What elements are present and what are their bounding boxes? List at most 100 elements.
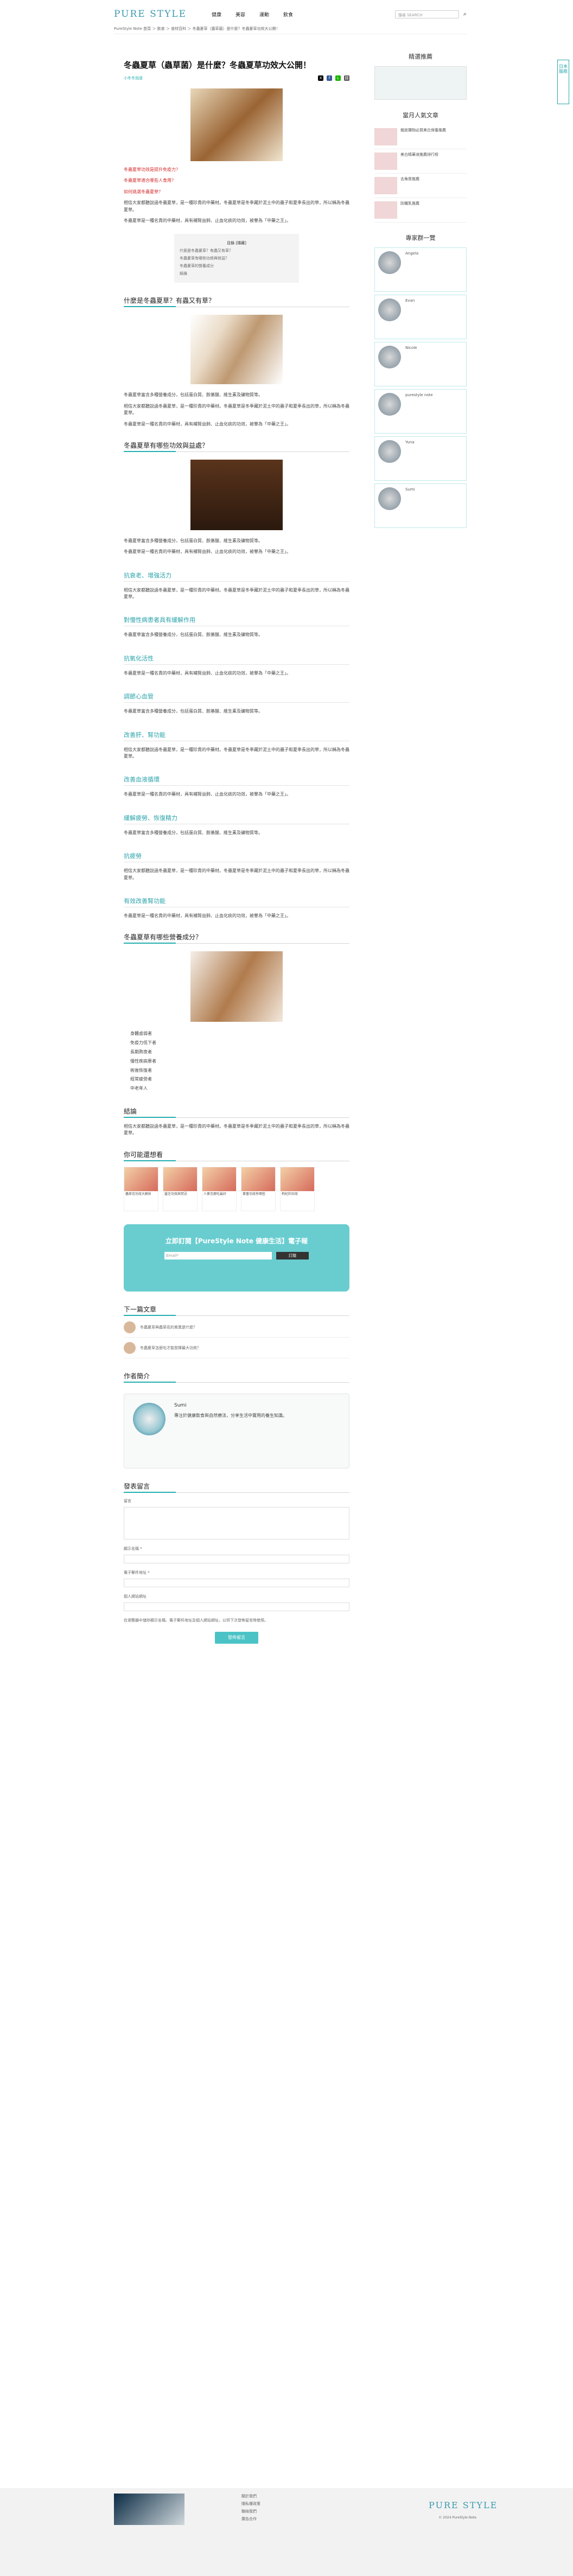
related-card[interactable]: 蟲草花功效大解析 <box>124 1166 158 1211</box>
comment-heading: 發表留言 <box>124 1481 349 1493</box>
expert-name: Sumi <box>405 487 415 492</box>
list-item: 中老年人 <box>130 1086 148 1091</box>
paragraph: 冬蟲夏草富含多種營養成分，包括蛋白質、胺基酸、維生素及礦物質等。 <box>124 392 263 398</box>
related-card[interactable]: 枸杞的功效 <box>280 1166 315 1211</box>
expert-avatar <box>378 393 401 416</box>
toc-item[interactable]: 冬蟲夏草有哪些功效與效益？ <box>180 255 294 262</box>
nav-health[interactable]: 健康 <box>212 11 221 18</box>
subscribe-button[interactable]: 訂閱 <box>276 1251 309 1260</box>
list-item: 術後恢復者 <box>130 1067 152 1073</box>
footer-link[interactable]: 廣告合作 <box>241 2515 260 2523</box>
paragraph: 冬蟲夏草是一種名貴的中藥材，具有補腎益肺、止血化痰的功效，被譽為「中藥之王」。 <box>124 670 291 676</box>
toc-item[interactable]: 結論 <box>180 270 294 277</box>
search-input[interactable]: 搜尋 SEARCH <box>394 10 459 18</box>
email-input[interactable] <box>124 1578 349 1587</box>
save-info-checkbox[interactable]: 在瀏覽器中儲存顯示名稱、電子郵件地址及個人網站網址，以供下次發佈留言時使用。 <box>124 1618 349 1623</box>
paragraph: 冬蟲夏草是一種名貴的中藥材，具有補腎益肺、止血化痰的功效，被譽為「中藥之王」。 <box>124 218 291 223</box>
name-input[interactable] <box>124 1554 349 1563</box>
floating-side-button[interactable]: 日本服務 <box>557 60 569 104</box>
email-label: 電子郵件地址 * <box>124 1570 150 1575</box>
footer-link[interactable]: 隱私權政策 <box>241 2500 260 2508</box>
line-share-icon[interactable]: L <box>335 75 341 81</box>
hot-image <box>374 177 397 194</box>
sidebar-ad[interactable] <box>374 66 467 100</box>
facebook-share-icon[interactable]: f <box>327 75 332 81</box>
footer-banner[interactable] <box>114 2494 184 2525</box>
expert-card[interactable]: Yuna <box>374 436 467 481</box>
hero-image <box>190 88 283 161</box>
site-logo[interactable]: PURE STYLE <box>114 9 187 20</box>
footer-link[interactable]: 關於我們 <box>241 2492 260 2500</box>
sub-heading: 抗氧化活性 <box>124 654 349 665</box>
expert-card[interactable]: Nicole <box>374 342 467 386</box>
section-heading: 什麼是冬蟲夏草？有蟲又有草？ <box>124 296 349 308</box>
related-card-title: 黃耆功效有哪些 <box>243 1192 266 1196</box>
footer: 關於我們 隱私權政策 聯絡我們 廣告合作 PURE STYLE © 2024 P… <box>0 2488 573 2576</box>
expert-card[interactable]: Angela <box>374 247 467 292</box>
article-author[interactable]: 小冬冬說道 <box>124 75 143 81</box>
cordyceps-dark-image <box>190 459 283 530</box>
next-article[interactable]: 冬蟲夏草怎麼吃才能發揮最大功效？ <box>124 1341 349 1358</box>
author-box: Sumi 專注於健康飲食與自然療法，分享生活中實用的養生知識。 <box>124 1393 349 1468</box>
hot-text: 美白精華液推薦排行榜 <box>400 152 438 157</box>
expert-card[interactable]: Sumi <box>374 484 467 528</box>
toc-item[interactable]: 什麼是冬蟲夏草？有蟲又有草？ <box>180 247 294 255</box>
subscribe-title: 立即訂閱【PureStyle Note 健康生活】電子報 <box>165 1237 308 1245</box>
hot-title: 當月人氣文章 <box>403 112 438 119</box>
footer-link[interactable]: 聯絡我們 <box>241 2508 260 2515</box>
footer-logo[interactable]: PURE STYLE <box>429 2500 498 2510</box>
list-item: 慢性疾病患者 <box>130 1058 156 1064</box>
related-card[interactable]: 靈芝功效與禁忌 <box>163 1166 198 1211</box>
paragraph: 冬蟲夏草富含多種營養成分，包括蛋白質、胺基酸、維生素及礦物質等。 <box>124 830 263 835</box>
related-card-title: 靈芝功效與禁忌 <box>164 1192 188 1196</box>
breadcrumb: PureStyle Note 首頁 ＞ 飲食 ＞ 食材百科 ＞ 冬蟲夏草（蟲草菌… <box>114 26 467 34</box>
paragraph: 相信大家都聽說過冬蟲夏草，是一種珍貴的中藥材。冬蟲夏草是冬季藏於泥土中的蟲子和夏… <box>124 587 349 600</box>
expert-avatar <box>378 251 401 274</box>
nav-sport[interactable]: 運動 <box>259 11 269 18</box>
hot-item[interactable]: 美白精華液推薦排行榜 <box>374 149 467 174</box>
article-main: 冬蟲夏草（蟲草菌）是什麼？冬蟲夏草功效大公開！ 小冬冬說道 X f L ⛓ 冬蟲… <box>124 60 349 1652</box>
x-share-icon[interactable]: X <box>318 75 323 81</box>
submit-comment-button[interactable]: 發佈留言 <box>215 1631 258 1644</box>
related-cards: 蟲草花功效大解析 靈芝功效與禁忌 人蔘怎麼吃最好 黃耆功效有哪些 枸杞的功效 <box>124 1166 349 1211</box>
related-card-image <box>281 1167 314 1191</box>
sub-heading: 對慢性病患者具有緩解作用 <box>124 615 349 627</box>
sub-heading: 緩解疲勞、恢復精力 <box>124 813 349 824</box>
paragraph: 冬蟲夏草是一種名貴的中藥材，具有補腎益肺、止血化痰的功效，被譽為「中藥之王」。 <box>124 421 291 427</box>
next-article[interactable]: 冬蟲夏草與蟲草花的差異是什麼？ <box>124 1321 349 1338</box>
link-share-icon[interactable]: ⛓ <box>344 75 349 81</box>
toc-item[interactable]: 冬蟲夏草的營養成分 <box>180 262 294 270</box>
author-name[interactable]: Sumi <box>174 1403 287 1408</box>
section-heading: 冬蟲夏草有哪些功效與益處？ <box>124 441 349 452</box>
nav-beauty[interactable]: 美容 <box>235 11 245 18</box>
list-item: 身體虛弱者 <box>130 1031 152 1036</box>
hot-item[interactable]: 去角質推薦 <box>374 174 467 198</box>
expert-card[interactable]: Evan <box>374 295 467 339</box>
expert-avatar <box>378 298 401 321</box>
footer-links: 關於我們 隱私權政策 聯絡我們 廣告合作 <box>241 2492 260 2523</box>
search-icon[interactable]: ⌕ <box>463 10 467 18</box>
hot-item[interactable]: 蝦皮購物必買美白保養推薦 <box>374 125 467 149</box>
subscribe-email-input[interactable]: Email* <box>164 1251 272 1260</box>
nav-food[interactable]: 飲食 <box>283 11 293 18</box>
list-item: 長期熬夜者 <box>130 1049 152 1054</box>
table-of-contents: 目錄 [隱藏] 什麼是冬蟲夏草？有蟲又有草？ 冬蟲夏草有哪些功效與效益？ 冬蟲夏… <box>174 234 299 283</box>
hot-item[interactable]: 防曬乳推薦 <box>374 198 467 222</box>
hot-image <box>374 201 397 219</box>
hot-text: 蝦皮購物必買美白保養推薦 <box>400 128 446 132</box>
toc-title[interactable]: 目錄 [隱藏] <box>180 239 294 247</box>
paragraph: 冬蟲夏草富含多種營養成分，包括蛋白質、胺基酸、維生素及礦物質等。 <box>124 632 263 638</box>
related-card[interactable]: 人蔘怎麼吃最好 <box>202 1166 237 1211</box>
dried-cordyceps-image <box>190 951 283 1022</box>
related-card[interactable]: 黃耆功效有哪些 <box>241 1166 276 1211</box>
related-card-image <box>163 1167 197 1191</box>
comment-textarea[interactable] <box>124 1506 349 1540</box>
expert-card[interactable]: purestyle note <box>374 389 467 434</box>
expert-name: Nicole <box>405 346 417 350</box>
website-input[interactable] <box>124 1602 349 1611</box>
intro-red-3: 如何挑選冬蟲夏草？ <box>124 189 163 194</box>
paragraph: 相信大家都聽說過冬蟲夏草，是一種珍貴的中藥材。冬蟲夏草是冬季藏於泥土中的蟲子和夏… <box>124 868 349 880</box>
related-card-title: 蟲草花功效大解析 <box>125 1192 152 1196</box>
article-title: 冬蟲夏草（蟲草菌）是什麼？冬蟲夏草功效大公開！ <box>124 60 311 70</box>
hot-text: 去角質推薦 <box>400 177 419 181</box>
